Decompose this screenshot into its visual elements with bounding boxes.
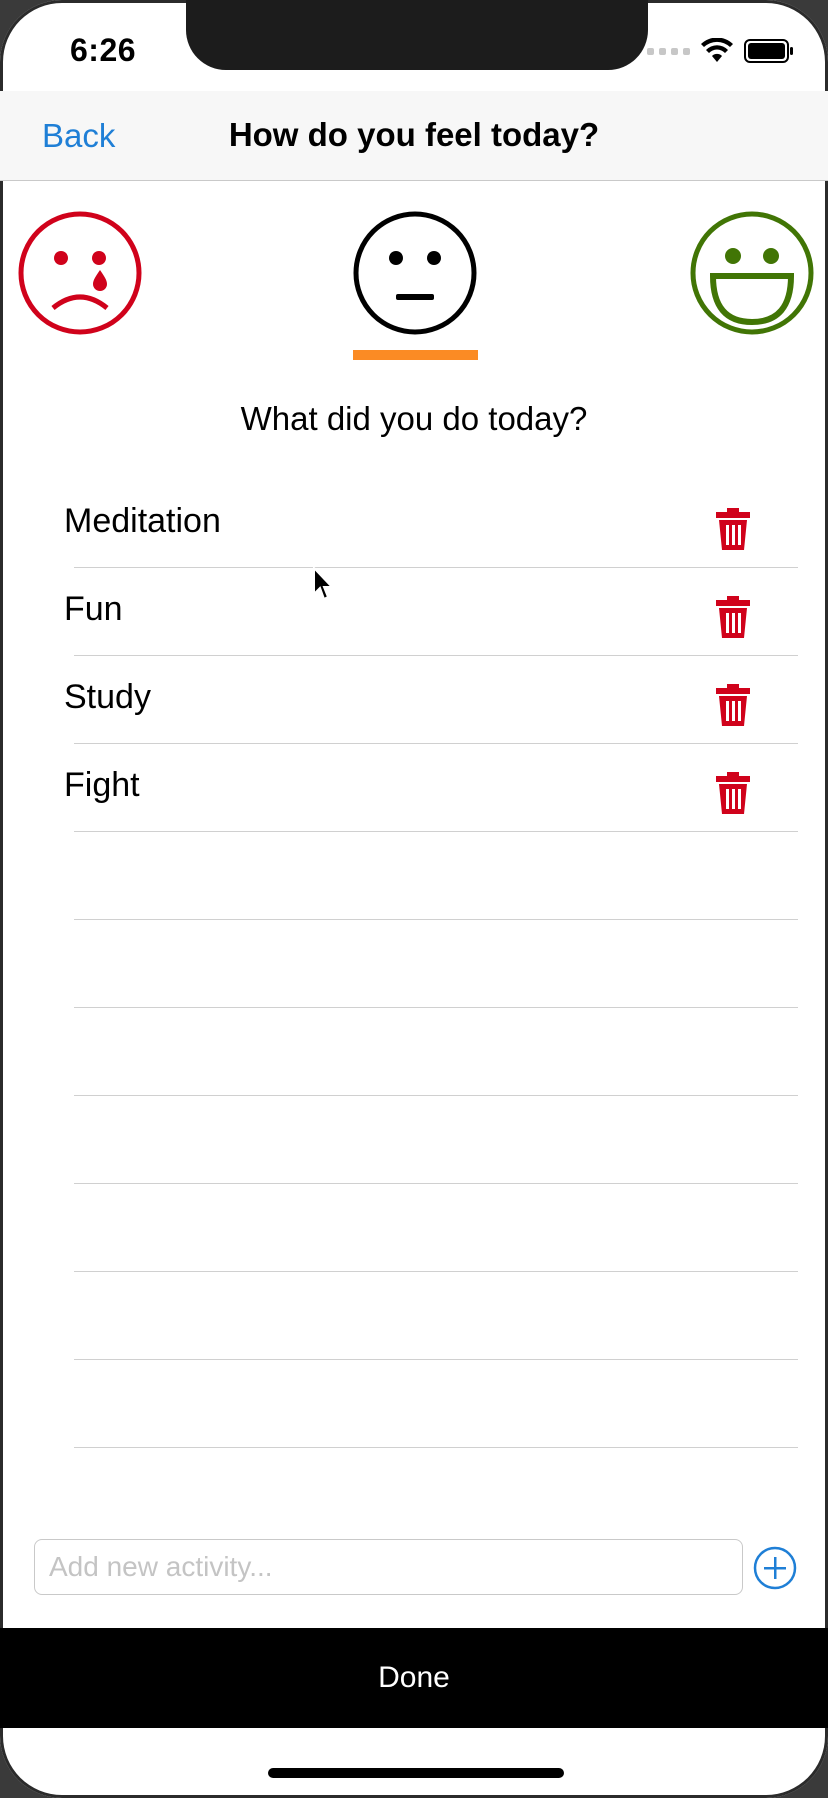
- activity-list: Meditation Fun Study Fight: [0, 480, 828, 1448]
- divider: [74, 1447, 798, 1448]
- activities-question: What did you do today?: [240, 400, 588, 437]
- list-item[interactable]: Study: [0, 656, 828, 744]
- list-item[interactable]: Fight: [0, 744, 828, 832]
- notch: [186, 0, 648, 70]
- list-item[interactable]: Meditation: [0, 480, 828, 568]
- signal-icon: [647, 47, 690, 55]
- app-screen: 6:26 Back How do you feel today? What di…: [0, 0, 828, 1798]
- status-time: 6:26: [70, 32, 137, 68]
- list-item[interactable]: Fun: [0, 568, 828, 656]
- empty-row: [0, 1096, 828, 1184]
- happy-face-icon[interactable]: [689, 210, 815, 336]
- neutral-face-icon[interactable]: [352, 210, 478, 336]
- add-circle-icon[interactable]: [753, 1546, 797, 1590]
- mouse-pointer-icon: [313, 566, 335, 601]
- navigation-bar: Back How do you feel today?: [0, 91, 828, 181]
- battery-icon: [744, 39, 793, 63]
- empty-row: [0, 1008, 828, 1096]
- empty-row: [0, 920, 828, 1008]
- done-label: Done: [378, 1661, 450, 1694]
- home-indicator[interactable]: [268, 1768, 564, 1778]
- activity-label: Study: [64, 678, 151, 716]
- activity-label: Meditation: [64, 502, 221, 540]
- trash-icon[interactable]: [716, 508, 750, 550]
- mood-selection-indicator: [353, 350, 478, 360]
- trash-icon[interactable]: [716, 596, 750, 638]
- sad-face-icon[interactable]: [17, 210, 143, 336]
- activity-label: Fight: [64, 766, 140, 804]
- trash-icon[interactable]: [716, 684, 750, 726]
- activity-label: Fun: [64, 590, 123, 628]
- empty-row: [0, 1360, 828, 1448]
- empty-row: [0, 832, 828, 920]
- wifi-icon: [701, 38, 733, 62]
- status-icons: [647, 38, 794, 64]
- empty-row: [0, 1184, 828, 1272]
- trash-icon[interactable]: [716, 772, 750, 814]
- add-activity-input[interactable]: [34, 1539, 743, 1595]
- page-title: How do you feel today?: [228, 116, 600, 153]
- done-button[interactable]: Done: [0, 1628, 828, 1728]
- empty-row: [0, 1272, 828, 1360]
